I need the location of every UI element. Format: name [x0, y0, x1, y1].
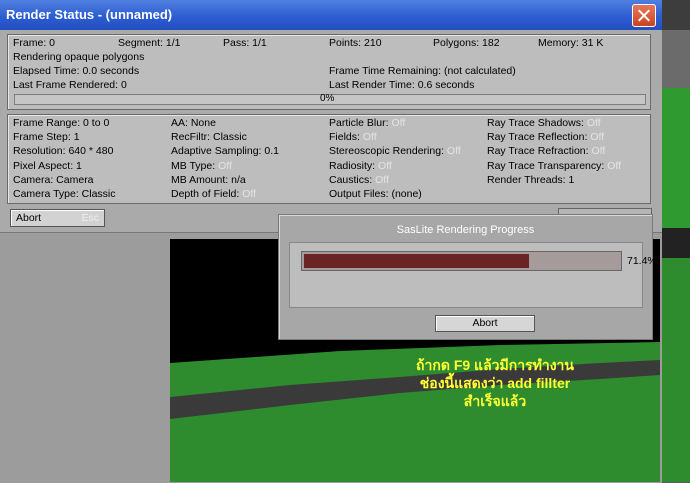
setting-col1-4: Camera: Camera [13, 174, 94, 186]
points-label: Points: 210 [329, 37, 382, 49]
segment-label: Segment: 1/1 [118, 37, 181, 49]
frame-label: Frame: 0 [13, 37, 56, 49]
annotation-line-1: ถ้ากด F9 แล้วมีการทำงาน [416, 357, 574, 373]
setting-text: MB Type: [171, 159, 216, 172]
background-viewport-dark [662, 228, 690, 258]
setting-col1-0: Frame Range: 0 to 0 [13, 117, 109, 129]
setting-col1-5: Camera Type: Classic [13, 188, 116, 200]
render-progress-text: 0% [320, 93, 335, 104]
background-viewport-grass [662, 258, 690, 482]
setting-off-value: Off [446, 145, 461, 158]
setting-off-value: Off [586, 117, 601, 129]
progress-dialog-content: 71.4% [289, 242, 657, 308]
polygons-label: Polygons: 182 [433, 37, 500, 49]
progress-dialog-fill [304, 254, 529, 268]
annotation-line-2: ช่องนี้แสดงว่า add fillter [419, 375, 571, 391]
setting-text: Particle Blur: [329, 117, 389, 129]
progress-abort-button[interactable]: Abort [435, 315, 535, 332]
setting-text: MB Amount: n/a [171, 173, 246, 186]
setting-col4-2: Ray Trace Refraction: Off [487, 145, 605, 157]
setting-col2-0: AA: None [171, 117, 216, 129]
setting-off-value: Off [391, 117, 406, 129]
setting-col1-1: Frame Step: 1 [13, 131, 80, 143]
setting-col3-1: Fields: Off [329, 131, 377, 143]
memory-label: Memory: 31 K [538, 37, 604, 49]
abort-shortcut-label: Esc [81, 212, 99, 224]
setting-text: Stereoscopic Rendering: [329, 145, 444, 158]
setting-off-value: Off [242, 188, 257, 200]
setting-text: Pixel Aspect: 1 [13, 159, 82, 172]
setting-text: RecFiltr: Classic [171, 131, 247, 144]
last-frame-label: Last Frame Rendered: 0 [13, 79, 127, 91]
elapsed-time-label: Elapsed Time: 0.0 seconds [13, 65, 140, 77]
setting-off-value: Off [362, 131, 377, 144]
close-button[interactable] [632, 4, 656, 27]
setting-col2-1: RecFiltr: Classic [171, 131, 247, 143]
annotation-text: ถ้ากด F9 แล้วมีการทำงาน ช่องนี้แสดงว่า a… [340, 356, 650, 410]
setting-col3-2: Stereoscopic Rendering: Off [329, 145, 461, 157]
window-title: Render Status - (unnamed) [6, 7, 173, 22]
setting-col1-3: Pixel Aspect: 1 [13, 160, 82, 172]
setting-col3-4: Caustics: Off [329, 174, 389, 186]
setting-col2-4: MB Amount: n/a [171, 174, 246, 186]
activity-label: Rendering opaque polygons [13, 51, 145, 63]
setting-col1-2: Resolution: 640 * 480 [13, 145, 113, 157]
setting-off-value: Off [591, 145, 606, 158]
progress-dialog-percent: 71.4% [627, 255, 657, 267]
background-toolbar-fragment [662, 30, 690, 90]
setting-text: Render Threads: 1 [487, 173, 575, 186]
setting-text: Camera Type: Classic [13, 188, 116, 200]
setting-text: Output Files: (none) [329, 188, 422, 200]
pass-label: Pass: 1/1 [223, 37, 267, 49]
setting-col4-4: Render Threads: 1 [487, 174, 574, 186]
setting-col2-5: Depth of Field: Off [171, 188, 256, 200]
setting-off-value: Off [378, 159, 392, 172]
setting-text: Ray Trace Shadows: [487, 117, 584, 129]
setting-off-value: Off [607, 159, 622, 172]
setting-col4-1: Ray Trace Reflection: Off [487, 131, 604, 143]
setting-off-value: Off [375, 173, 389, 186]
setting-text: AA: None [171, 117, 216, 129]
progress-dialog-title: SasLite Rendering Progress [396, 224, 535, 236]
setting-col4-0: Ray Trace Shadows: Off [487, 117, 601, 129]
setting-text: Ray Trace Transparency: [487, 159, 605, 172]
setting-text: Frame Step: 1 [13, 131, 80, 144]
setting-off-value: Off [218, 159, 232, 172]
progress-dialog: SasLite Rendering Progress 71.4% Abort [278, 214, 657, 340]
last-render-time-label: Last Render Time: 0.6 seconds [329, 79, 475, 91]
setting-col4-3: Ray Trace Transparency: Off [487, 160, 621, 172]
setting-text: Frame Range: 0 to 0 [13, 117, 110, 129]
setting-text: Resolution: 640 * 480 [13, 145, 114, 158]
setting-text: Camera: Camera [13, 173, 94, 186]
setting-text: Ray Trace Reflection: [487, 131, 588, 144]
frame-time-remaining-label: Frame Time Remaining: (not calculated) [329, 65, 516, 77]
progress-dialog-bar [301, 251, 622, 271]
setting-text: Caustics: [329, 173, 373, 186]
abort-button-label: Abort [16, 212, 42, 224]
setting-text: Ray Trace Refraction: [487, 145, 589, 158]
setting-col3-5: Output Files: (none) [329, 188, 422, 200]
background-viewport-fragment [662, 88, 690, 228]
window-titlebar[interactable]: Render Status - (unnamed) [0, 0, 662, 30]
annotation-line-3: สำเร็จแล้ว [463, 393, 527, 409]
setting-text: Adaptive Sampling: 0.1 [171, 145, 279, 158]
setting-col2-2: Adaptive Sampling: 0.1 [171, 145, 279, 157]
setting-col3-0: Particle Blur: Off [329, 117, 405, 129]
setting-text: Radiosity: [329, 159, 376, 172]
setting-text: Depth of Field: [171, 188, 240, 200]
setting-off-value: Off [590, 131, 605, 144]
abort-button[interactable]: Abort Esc [10, 209, 105, 227]
setting-col2-3: MB Type: Off [171, 160, 232, 172]
setting-col3-3: Radiosity: Off [329, 160, 392, 172]
setting-text: Fields: [329, 131, 360, 144]
